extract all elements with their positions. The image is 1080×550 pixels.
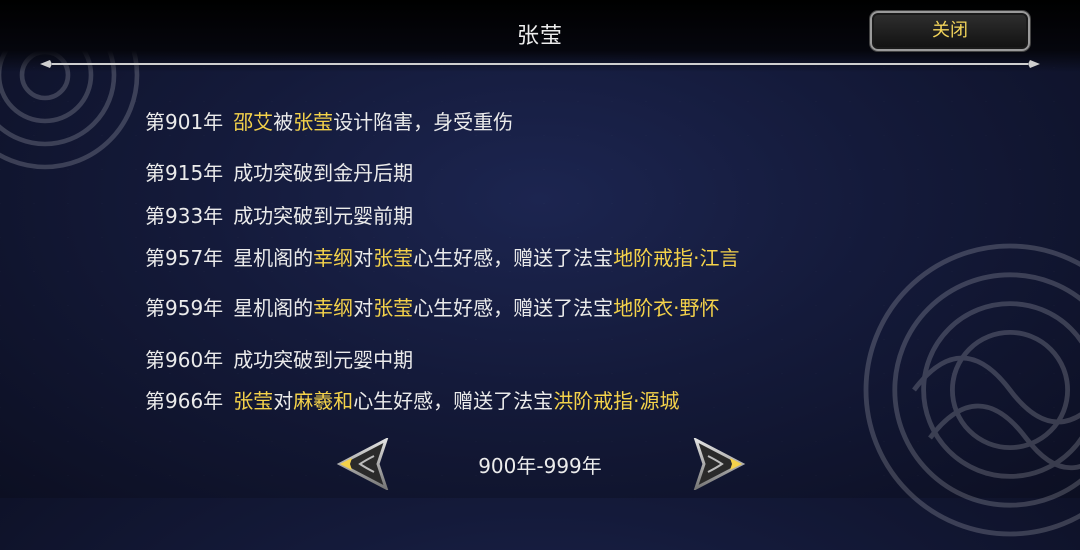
highlighted-name: 幸纲	[313, 246, 354, 270]
log-text: 心生好感，赠送了法宝	[353, 389, 554, 413]
log-text: 对	[353, 246, 374, 270]
log-year: 第933年	[145, 204, 224, 228]
highlighted-name: 张莹	[373, 246, 414, 270]
header-divider	[40, 60, 1040, 68]
highlighted-name: 洪阶戒指·源城	[553, 389, 680, 413]
page-range-label: 900年-999年	[478, 454, 602, 478]
log-text: 星机阁的	[233, 246, 314, 270]
log-entry: 第957年 星机阁的幸纲对张莹心生好感，赠送了法宝地阶戒指·江言	[145, 242, 740, 271]
dragon-medallion-icon	[863, 243, 1080, 537]
highlighted-name: 张莹	[373, 296, 414, 320]
log-text: 星机阁的	[233, 296, 314, 320]
log-entry: 第915年 成功突破到金丹后期	[145, 157, 413, 186]
highlighted-name: 麻羲和	[293, 389, 354, 413]
highlighted-name: 地阶戒指·江言	[613, 246, 740, 270]
log-text: 成功突破到元婴前期	[233, 204, 414, 228]
log-year: 第957年	[145, 246, 224, 270]
log-year: 第915年	[145, 161, 224, 185]
log-text: 被	[273, 110, 294, 134]
log-entry: 第901年 邵艾被张莹设计陷害，身受重伤	[145, 106, 513, 135]
highlighted-name: 地阶衣·野怀	[613, 296, 720, 320]
log-text: 成功突破到金丹后期	[233, 161, 414, 185]
highlighted-name: 幸纲	[313, 296, 354, 320]
highlighted-name: 张莹	[293, 110, 334, 134]
log-text: 设计陷害，身受重伤	[333, 110, 514, 134]
log-year: 第966年	[145, 389, 224, 413]
log-text: 成功突破到元婴中期	[233, 348, 414, 372]
right-arrow-icon[interactable]	[690, 438, 748, 490]
log-text: 心生好感，赠送了法宝	[413, 246, 614, 270]
log-text: 对	[353, 296, 374, 320]
log-text: 心生好感，赠送了法宝	[413, 296, 614, 320]
highlighted-name: 张莹	[233, 389, 274, 413]
log-entry: 第959年 星机阁的幸纲对张莹心生好感，赠送了法宝地阶衣·野怀	[145, 292, 720, 321]
log-year: 第901年	[145, 110, 224, 134]
log-year: 第959年	[145, 296, 224, 320]
log-entry: 第966年 张莹对麻羲和心生好感，赠送了法宝洪阶戒指·源城	[145, 385, 680, 414]
close-button[interactable]: 关闭	[870, 11, 1030, 51]
log-text: 对	[273, 389, 294, 413]
log-year: 第960年	[145, 348, 224, 372]
log-entry: 第960年 成功突破到元婴中期	[145, 344, 413, 373]
highlighted-name: 邵艾	[233, 110, 274, 134]
log-entry: 第933年 成功突破到元婴前期	[145, 200, 413, 229]
